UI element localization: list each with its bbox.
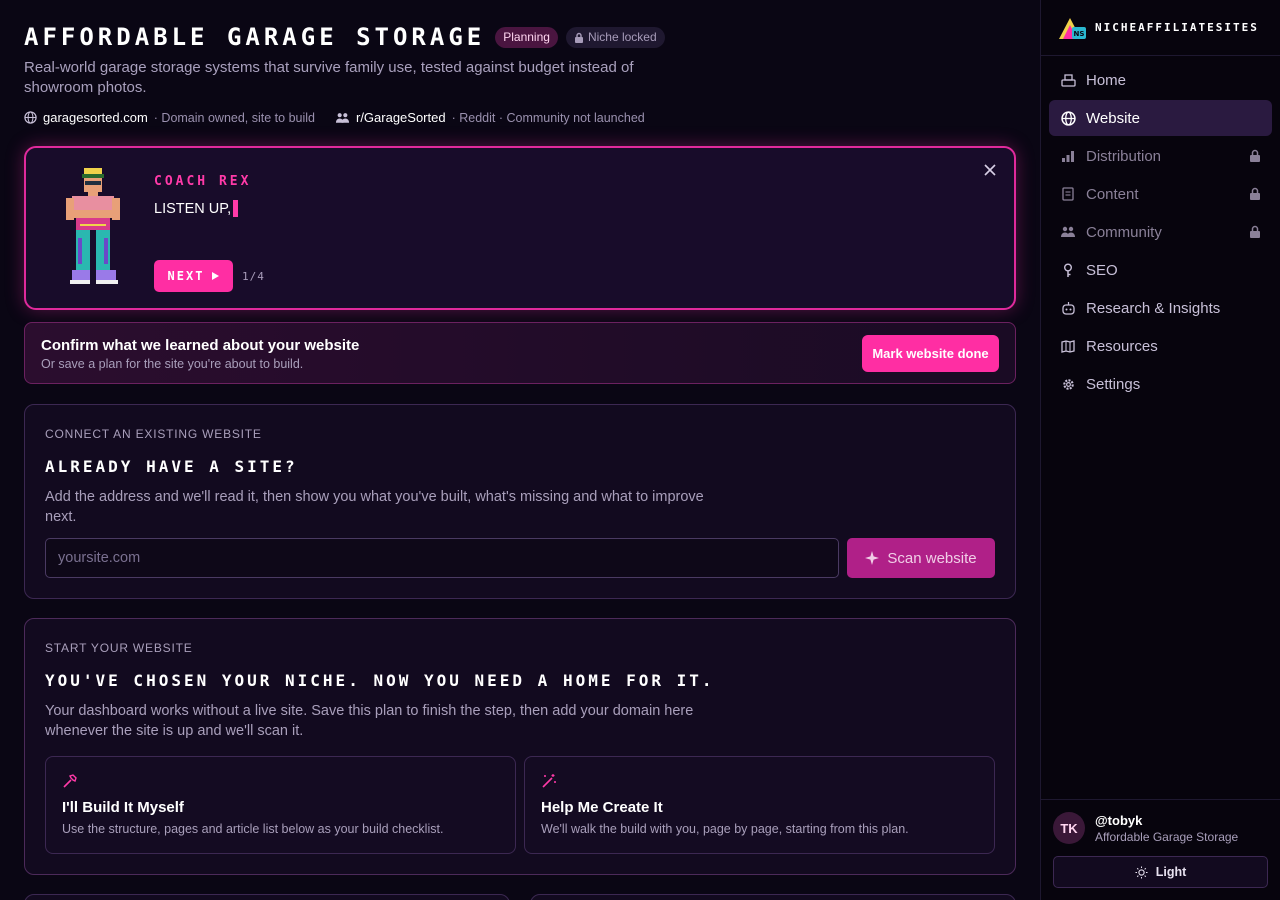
option-description: We'll walk the build with you, page by p… — [541, 822, 909, 836]
bars-icon — [1060, 148, 1076, 164]
next-label: Next — [167, 269, 205, 283]
coach-rex-avatar — [66, 168, 120, 284]
community-link[interactable]: r/GarageSorted — [356, 110, 446, 125]
domain-status: · Domain owned, site to build — [153, 110, 315, 125]
sidebar-nav: Home Website Distribution Content Commun… — [1041, 56, 1280, 410]
start-description: Your dashboard works without a live site… — [45, 703, 694, 739]
status-badge-niche-locked: Niche locked — [565, 26, 665, 48]
option-title: I'll Build It Myself — [62, 799, 184, 816]
start-title: You've chosen your niche. Now you need a… — [45, 671, 715, 690]
page-subtitle: Real-world garage storage systems that s… — [24, 59, 634, 96]
lock-icon — [1250, 187, 1260, 200]
gear-icon — [1060, 376, 1076, 392]
community-status: · Reddit · Community not launched — [451, 110, 645, 125]
connect-title: Already have a site? — [45, 457, 298, 476]
title-row: Affordable Garage Storage Planning Niche… — [24, 23, 1016, 51]
connect-description: Add the address and we'll read it, then … — [45, 489, 704, 525]
robot-icon — [1060, 300, 1076, 316]
coach-name: Coach Rex — [154, 174, 252, 189]
globe-icon — [1060, 110, 1076, 126]
brand[interactable]: NS NicheAffiliateSites — [1041, 0, 1280, 56]
people-icon — [335, 112, 350, 123]
scan-website-button[interactable]: Scan website — [847, 538, 995, 578]
svg-text:NS: NS — [1074, 30, 1085, 38]
coach-message-text: LISTEN UP, — [154, 200, 232, 217]
user-block: TK @tobyk Affordable Garage Storage Ligh… — [1041, 799, 1280, 900]
page-header: Affordable Garage Storage Planning Niche… — [24, 0, 1016, 125]
domain-link[interactable]: garagesorted.com — [43, 110, 148, 125]
key-icon — [1060, 262, 1076, 278]
sparkle-icon — [865, 551, 880, 565]
start-eyebrow: START YOUR WEBSITE — [45, 641, 193, 655]
sidebar-item-label: Research & Insights — [1086, 299, 1221, 317]
sidebar: NS NicheAffiliateSites Home Website Dist… — [1040, 0, 1280, 900]
domain-info: garagesorted.com · Domain owned, site to… — [24, 110, 315, 125]
niche-locked-label: Niche locked — [587, 30, 657, 44]
brand-logo-icon: NS — [1059, 17, 1086, 39]
play-icon — [212, 272, 220, 280]
scan-label: Scan website — [887, 549, 977, 567]
confirm-subtitle: Or save a plan for the site you're about… — [41, 357, 304, 371]
sidebar-item-distribution[interactable]: Distribution — [1049, 138, 1272, 174]
option-description: Use the structure, pages and article lis… — [62, 822, 444, 836]
community-info: r/GarageSorted · Reddit · Community not … — [335, 110, 645, 125]
sidebar-item-website[interactable]: Website — [1049, 100, 1272, 136]
theme-label: Light — [1155, 865, 1187, 879]
start-website-card: START YOUR WEBSITE You've chosen your ni… — [24, 618, 1016, 875]
lock-icon — [1250, 225, 1260, 238]
sidebar-item-settings[interactable]: Settings — [1049, 366, 1272, 402]
document-icon — [1060, 186, 1076, 202]
mark-website-done-button[interactable]: Mark website done — [862, 335, 999, 372]
coach-next-button[interactable]: Next — [154, 260, 233, 292]
confirm-website-banner: Confirm what we learned about your websi… — [24, 322, 1016, 384]
next-card-peek-left — [24, 894, 510, 900]
sidebar-item-label: Community — [1086, 223, 1162, 241]
coach-step-counter: 1/4 — [242, 270, 265, 283]
user-site: Affordable Garage Storage — [1095, 830, 1239, 844]
sidebar-item-label: Resources — [1086, 337, 1158, 355]
people-icon — [1060, 224, 1076, 240]
sidebar-item-label: Home — [1086, 71, 1127, 89]
sidebar-item-label: Website — [1086, 109, 1140, 127]
meta-row: garagesorted.com · Domain owned, site to… — [24, 110, 1016, 125]
avatar[interactable]: TK — [1053, 812, 1085, 844]
coach-message: LISTEN UP, — [154, 200, 239, 217]
hammer-icon — [63, 774, 77, 788]
brand-name: NicheAffiliateSites — [1095, 21, 1259, 34]
option-build-myself[interactable]: I'll Build It Myself Use the structure, … — [45, 756, 516, 854]
sidebar-item-label: Settings — [1086, 375, 1141, 393]
map-icon — [1060, 338, 1076, 354]
coach-panel: Coach Rex LISTEN UP, Next 1/4 — [24, 146, 1016, 310]
sidebar-item-label: SEO — [1086, 261, 1118, 279]
theme-toggle-button[interactable]: Light — [1053, 856, 1268, 888]
globe-icon — [24, 111, 37, 124]
user-handle: @tobyk — [1095, 813, 1143, 828]
lock-icon — [574, 32, 583, 43]
connect-website-card: CONNECT AN EXISTING WEBSITE Already have… — [24, 404, 1016, 599]
website-url-input[interactable] — [45, 538, 839, 578]
sidebar-item-content[interactable]: Content — [1049, 176, 1272, 212]
sidebar-item-resources[interactable]: Resources — [1049, 328, 1272, 364]
next-card-peek-right — [530, 894, 1016, 900]
connect-eyebrow: CONNECT AN EXISTING WEBSITE — [45, 427, 262, 441]
typing-cursor — [233, 200, 239, 217]
confirm-title: Confirm what we learned about your websi… — [41, 337, 360, 354]
sidebar-item-label: Distribution — [1086, 147, 1162, 165]
sidebar-item-seo[interactable]: SEO — [1049, 252, 1272, 288]
sidebar-item-home[interactable]: Home — [1049, 62, 1272, 98]
sidebar-item-research-insights[interactable]: Research & Insights — [1049, 290, 1272, 326]
sun-icon — [1135, 865, 1148, 879]
option-title: Help Me Create It — [541, 799, 663, 816]
sidebar-item-community[interactable]: Community — [1049, 214, 1272, 250]
status-badge-planning: Planning — [495, 26, 558, 48]
sidebar-item-label: Content — [1086, 185, 1139, 203]
page-title: Affordable Garage Storage — [24, 23, 486, 51]
option-help-me-create[interactable]: Help Me Create It We'll walk the build w… — [524, 756, 995, 854]
home-icon — [1060, 72, 1076, 88]
lock-icon — [1250, 149, 1260, 162]
magic-wand-icon — [542, 774, 556, 788]
close-icon[interactable] — [980, 160, 1000, 180]
